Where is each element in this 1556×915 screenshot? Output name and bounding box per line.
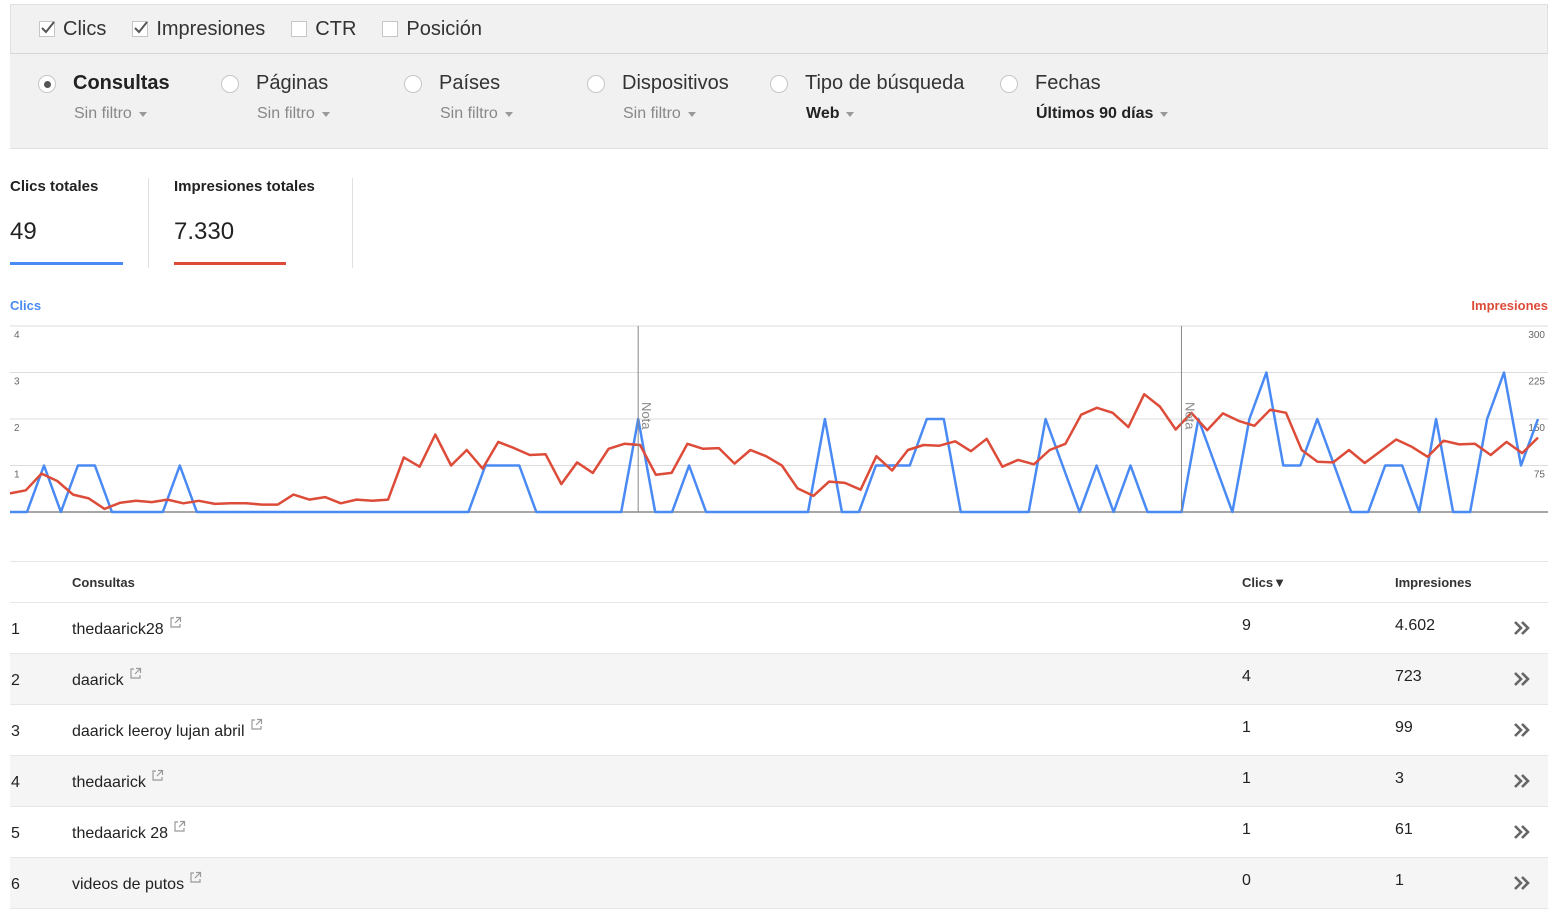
- annotation-label: Nota: [639, 402, 654, 430]
- series-line-clics: [10, 371, 1540, 514]
- row-rank: 3: [11, 723, 20, 740]
- query-text: daarick: [72, 672, 124, 689]
- left-tick-label: 1: [14, 470, 20, 481]
- row-impressions: 1: [1395, 872, 1404, 889]
- row-impressions: 99: [1395, 719, 1413, 736]
- double-chevron-right-icon[interactable]: [1512, 620, 1532, 641]
- row-rank: 1: [11, 621, 20, 638]
- external-link-icon[interactable]: [151, 769, 164, 787]
- row-impressions: 61: [1395, 821, 1413, 838]
- table-row[interactable]: 1 thedaarick28 9 4.602: [10, 603, 1548, 654]
- header-clics-sort[interactable]: Clics▼: [1242, 575, 1286, 590]
- double-chevron-right-icon[interactable]: [1512, 824, 1532, 845]
- row-query: videos de putos: [72, 871, 202, 894]
- row-query: daarick: [72, 667, 142, 690]
- row-clicks: 0: [1242, 872, 1251, 889]
- query-text: thedaarick 28: [72, 825, 169, 842]
- table-row[interactable]: 4 thedaarick 1 3: [10, 756, 1548, 807]
- annotation-label: Nota: [1182, 402, 1197, 430]
- external-link-icon[interactable]: [169, 616, 182, 634]
- row-clicks: 1: [1242, 719, 1251, 736]
- query-text: thedaarick28: [72, 621, 164, 638]
- query-text: thedaarick: [72, 774, 146, 791]
- row-rank: 4: [11, 774, 20, 791]
- left-tick-label: 3: [14, 377, 20, 388]
- row-clicks: 9: [1242, 617, 1251, 634]
- external-link-icon[interactable]: [189, 871, 202, 889]
- performance-chart[interactable]: 1 752 1503 2254 300Nota Nota: [0, 0, 1556, 540]
- right-tick-label: 300: [1528, 330, 1545, 341]
- series-line-impresiones: [9, 392, 1539, 511]
- table-row[interactable]: 3 daarick leeroy lujan abril 1 99: [10, 705, 1548, 756]
- right-tick-label: 75: [1534, 470, 1546, 481]
- table-header: Consultas Clics▼ Impresiones: [10, 561, 1548, 603]
- left-tick-label: 4: [14, 330, 20, 341]
- row-impressions: 3: [1395, 770, 1404, 787]
- table-row[interactable]: 6 videos de putos 0 1: [10, 858, 1548, 909]
- double-chevron-right-icon[interactable]: [1512, 773, 1532, 794]
- row-clicks: 1: [1242, 821, 1251, 838]
- row-clicks: 4: [1242, 668, 1251, 685]
- row-rank: 6: [11, 876, 20, 893]
- row-rank: 2: [11, 672, 20, 689]
- external-link-icon[interactable]: [250, 718, 263, 736]
- row-impressions: 723: [1395, 668, 1422, 685]
- double-chevron-right-icon[interactable]: [1512, 671, 1532, 692]
- external-link-icon[interactable]: [173, 820, 186, 838]
- row-impressions: 4.602: [1395, 617, 1436, 634]
- row-query: daarick leeroy lujan abril: [72, 718, 263, 741]
- double-chevron-right-icon[interactable]: [1512, 722, 1532, 743]
- row-query: thedaarick 28: [72, 820, 186, 843]
- query-text: daarick leeroy lujan abril: [72, 723, 245, 740]
- table-row[interactable]: 2 daarick 4 723: [10, 654, 1548, 705]
- header-consultas[interactable]: Consultas: [72, 575, 135, 590]
- row-rank: 5: [11, 825, 20, 842]
- right-tick-label: 225: [1528, 377, 1545, 388]
- double-chevron-right-icon[interactable]: [1512, 875, 1532, 896]
- queries-table: Consultas Clics▼ Impresiones 1 thedaarick…: [10, 561, 1548, 909]
- left-tick-label: 2: [14, 423, 20, 434]
- row-query: thedaarick28: [72, 616, 182, 639]
- external-link-icon[interactable]: [129, 667, 142, 685]
- table-row[interactable]: 5 thedaarick 28 1 61: [10, 807, 1548, 858]
- row-query: thedaarick: [72, 769, 164, 792]
- query-text: videos de putos: [72, 876, 185, 893]
- row-clicks: 1: [1242, 770, 1251, 787]
- header-impresiones[interactable]: Impresiones: [1395, 575, 1472, 590]
